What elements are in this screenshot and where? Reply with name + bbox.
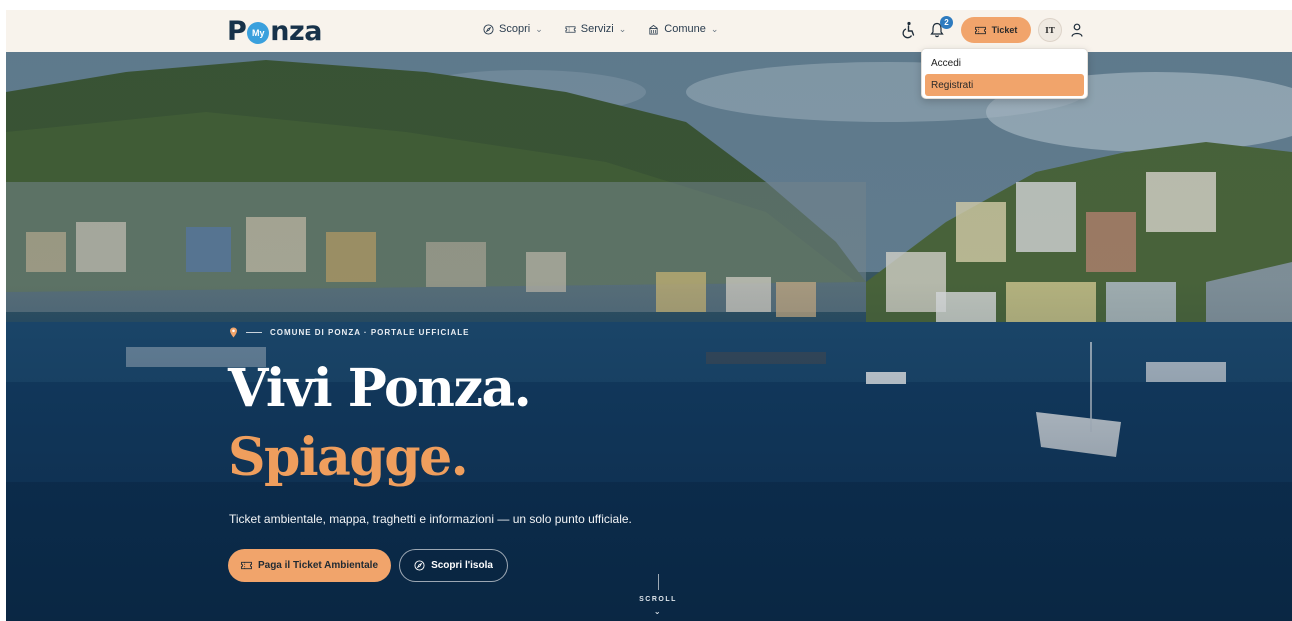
hero-title-accent: Spiagge. — [228, 427, 469, 488]
hero-title: Vivi Ponza. — [228, 358, 532, 419]
eyebrow-text: COMUNE DI PONZA · PORTALE UFFICIALE — [270, 328, 470, 337]
discover-island-label: Scopri l'isola — [431, 560, 493, 571]
hero-section: COMUNE DI PONZA · PORTALE UFFICIALE Vivi… — [6, 52, 1292, 621]
user-icon[interactable] — [1070, 22, 1084, 38]
nav-comune-label: Comune — [664, 23, 706, 35]
ticket-button[interactable]: Ticket — [961, 17, 1031, 43]
logo-letter-p: P — [227, 15, 247, 47]
chevron-down-icon: ⌄ — [535, 23, 543, 34]
pay-ticket-button[interactable]: Paga il Ticket Ambientale — [228, 549, 391, 582]
ticket-button-label: Ticket — [991, 25, 1018, 35]
browser-viewport: P My nza Scopri ⌄ Servizi ⌄ Comune ⌄ 2 T… — [6, 10, 1292, 621]
scroll-indicator[interactable]: SCROLL ⌄ — [635, 574, 681, 616]
hero-subtitle: Ticket ambientale, mappa, traghetti e in… — [229, 512, 632, 526]
logo-letters-nza: nza — [270, 15, 322, 47]
menu-item-accedi[interactable]: Accedi — [925, 52, 1084, 74]
accessibility-icon[interactable] — [900, 21, 916, 39]
language-switcher[interactable]: IT — [1038, 18, 1062, 42]
main-nav: Scopri ⌄ Servizi ⌄ Comune ⌄ — [483, 23, 718, 35]
nav-scopri-label: Scopri — [499, 23, 531, 35]
compass-icon — [414, 560, 425, 571]
user-menu-dropdown: Accedi Registrati — [921, 48, 1088, 99]
discover-island-button[interactable]: Scopri l'isola — [399, 549, 508, 582]
scroll-label: SCROLL — [639, 596, 677, 603]
eyebrow-divider — [246, 332, 262, 333]
logo-my-badge: My — [247, 21, 270, 44]
ticket-icon — [565, 25, 576, 33]
building-icon — [649, 24, 659, 34]
menu-item-registrati[interactable]: Registrati — [925, 74, 1084, 96]
nav-servizi-label: Servizi — [580, 23, 614, 35]
compass-icon — [483, 23, 494, 35]
ticket-icon — [974, 26, 986, 34]
top-navbar: P My nza Scopri ⌄ Servizi ⌄ Comune ⌄ 2 T… — [6, 10, 1292, 52]
site-logo[interactable]: P My nza — [227, 14, 322, 48]
notification-badge: 2 — [940, 16, 953, 29]
nav-servizi[interactable]: Servizi ⌄ — [565, 23, 627, 35]
nav-scopri[interactable]: Scopri ⌄ — [483, 23, 543, 35]
chevron-down-icon: ⌄ — [618, 23, 627, 34]
chevron-down-icon: ⌄ — [653, 607, 663, 616]
ticket-icon — [241, 561, 252, 570]
pay-ticket-label: Paga il Ticket Ambientale — [257, 560, 379, 571]
hero-eyebrow: COMUNE DI PONZA · PORTALE UFFICIALE — [229, 327, 469, 338]
scroll-line — [657, 574, 659, 590]
location-pin-icon — [230, 327, 237, 338]
hero-overlay — [6, 52, 1292, 621]
nav-comune[interactable]: Comune ⌄ — [648, 23, 718, 35]
chevron-down-icon: ⌄ — [710, 23, 719, 34]
